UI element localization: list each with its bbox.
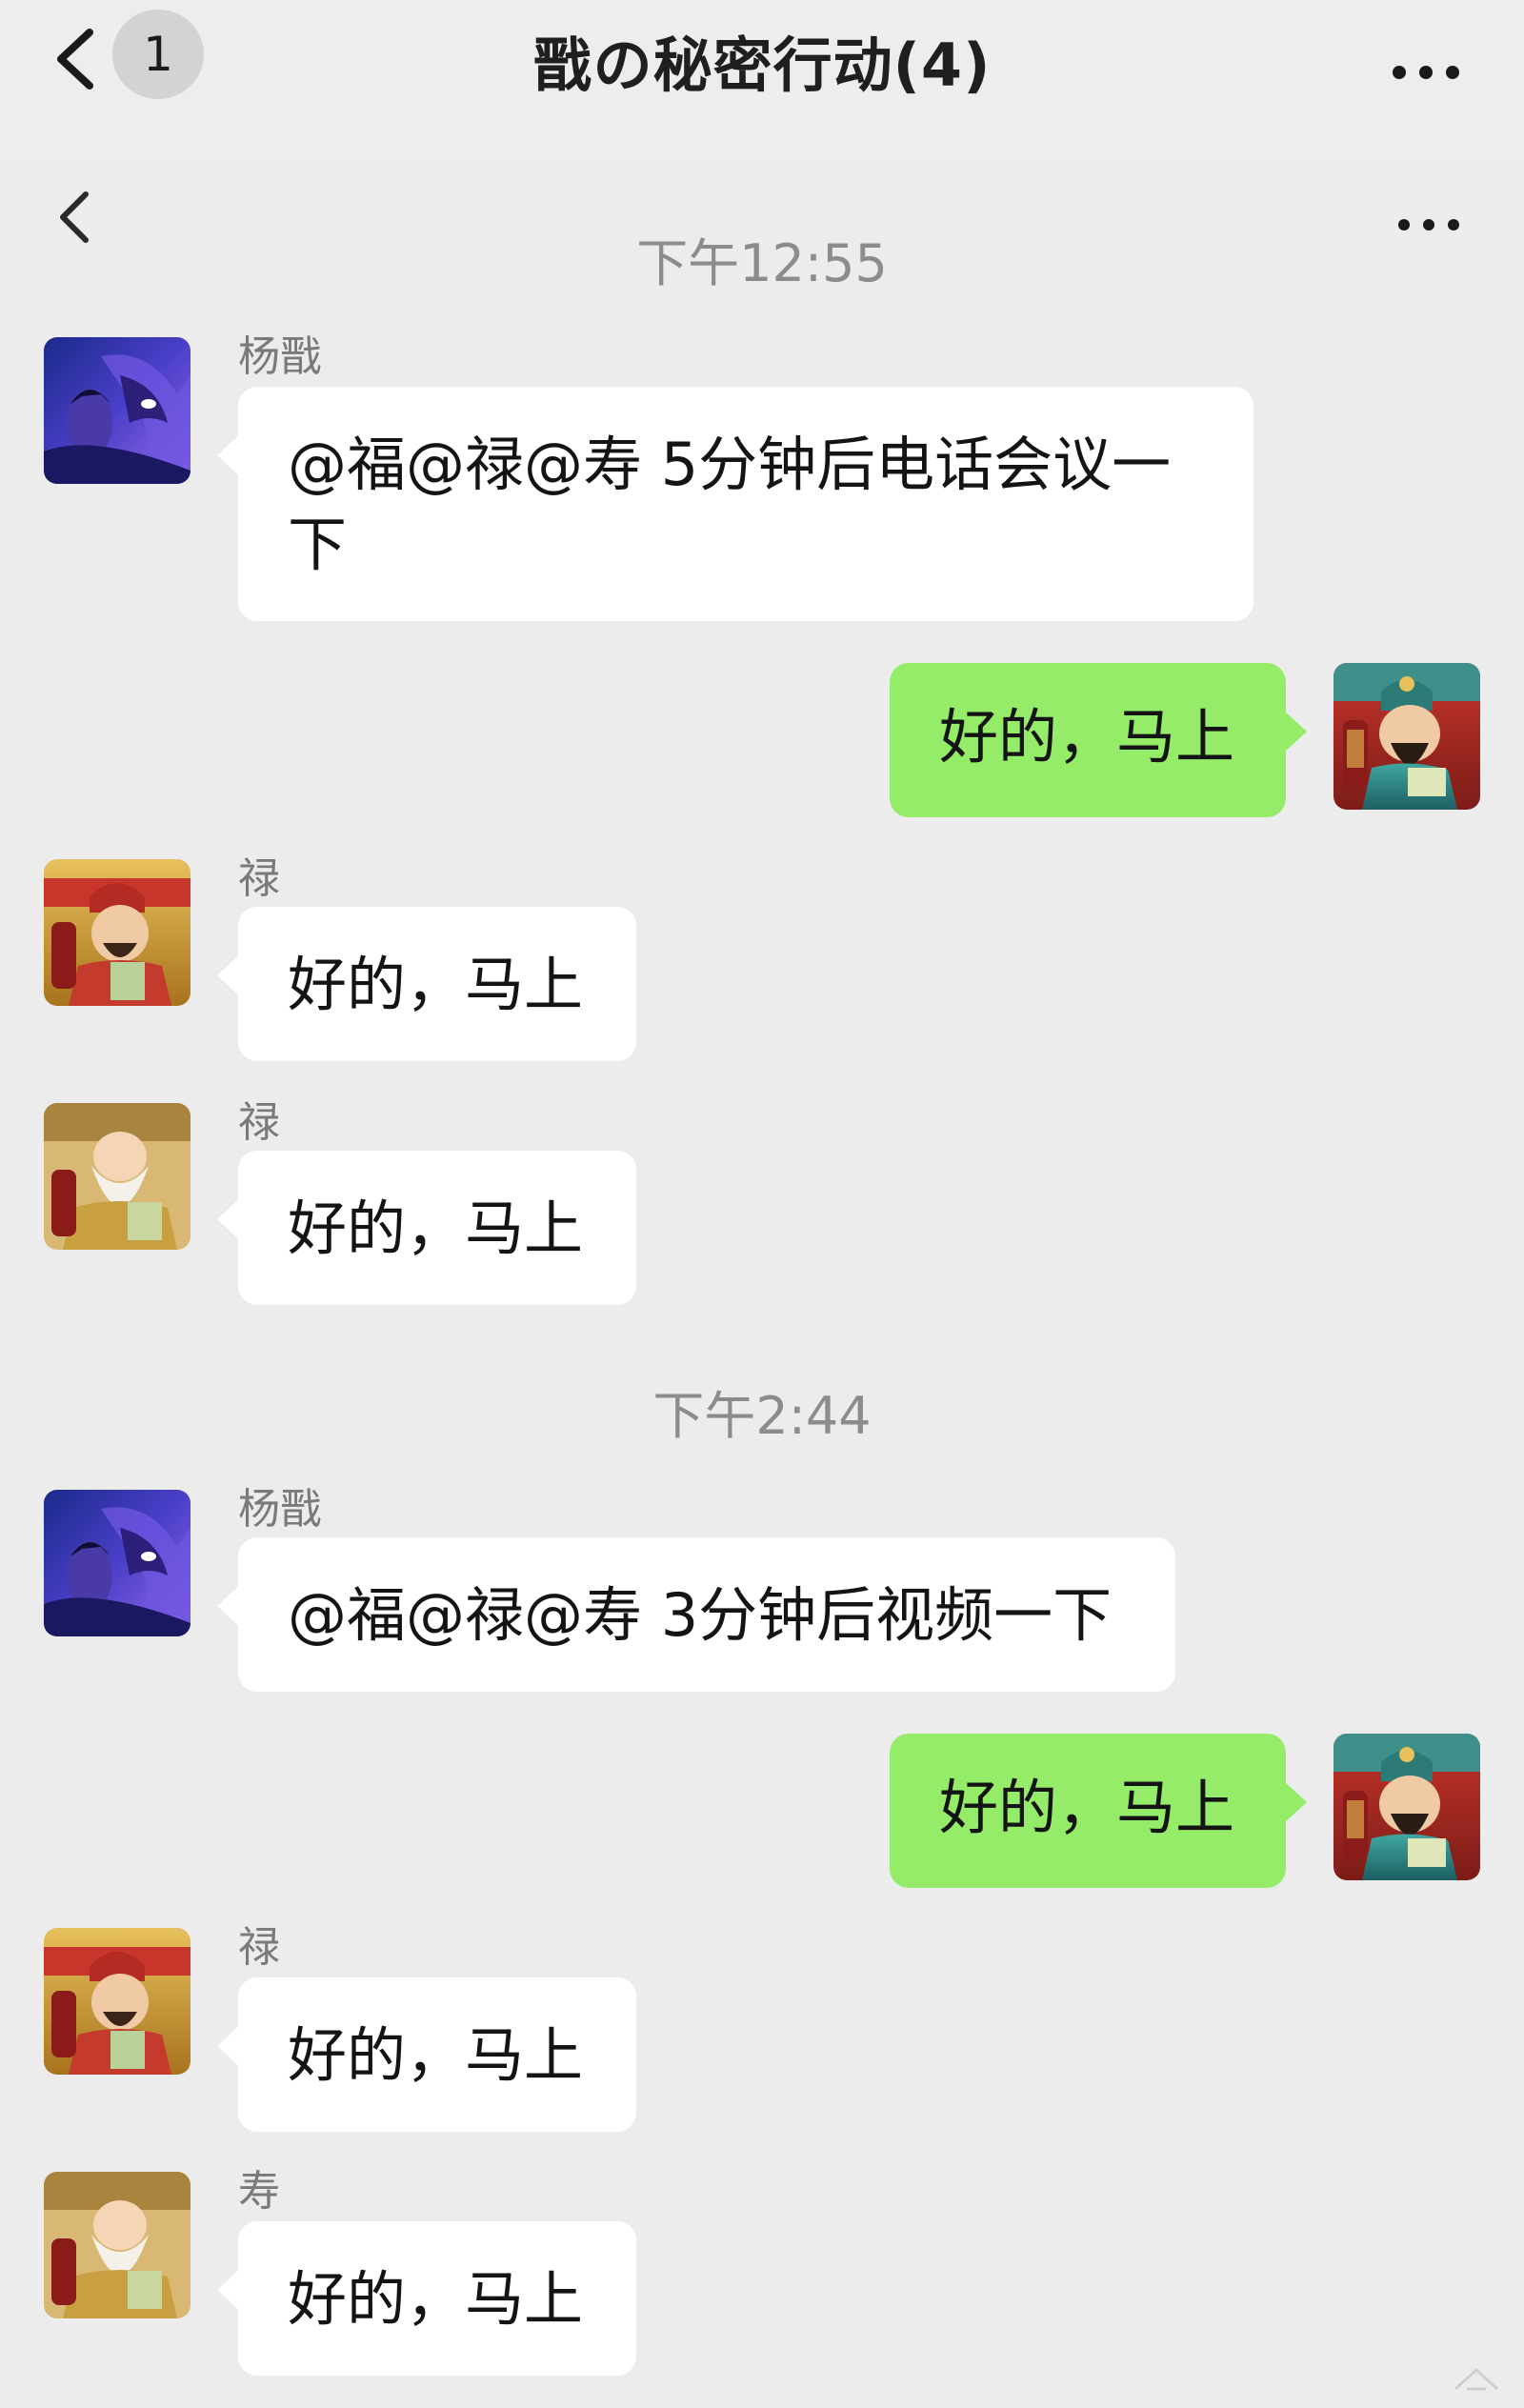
more-options-button[interactable]	[1393, 63, 1463, 82]
message-text: 好的，马上	[288, 950, 584, 1019]
shou-avatar-image	[44, 2172, 190, 2318]
message-bubble-incoming[interactable]: @福@禄@寿 3分钟后视频一下	[217, 1537, 1175, 1692]
avatar-yangjian[interactable]	[44, 1490, 190, 1636]
message-text: 好的，马上	[288, 2020, 584, 2090]
shou-avatar-image	[44, 1103, 190, 1250]
message-bubble-incoming[interactable]: 好的，马上	[217, 1151, 636, 1305]
yangjian-avatar-image	[44, 337, 190, 484]
message-text: 好的，马上	[939, 1773, 1235, 1842]
timestamp: 下午2:44	[652, 1386, 872, 1446]
message-bubble-outgoing[interactable]: 好的，马上	[890, 663, 1307, 817]
message-text: 好的，马上	[288, 1194, 584, 1263]
sender-name: 杨戬	[238, 332, 322, 381]
yangjian-avatar-image	[44, 1490, 190, 1636]
message-bubble-incoming[interactable]: 好的，马上	[217, 2221, 636, 2376]
lu-avatar-image	[44, 1928, 190, 2075]
lu-avatar-image	[44, 859, 190, 1006]
message-text-line: @福@禄@寿 5分钟后电话会议一	[288, 430, 1172, 499]
message-text-line: 下	[288, 510, 348, 579]
watermark-icon	[1448, 2360, 1505, 2398]
avatar-fu[interactable]	[1334, 663, 1480, 810]
sender-name: 禄	[238, 1923, 280, 1972]
sender-name: 寿	[238, 2167, 280, 2216]
avatar-shou[interactable]	[44, 2172, 190, 2318]
message-bubble-incoming[interactable]: 好的，马上	[217, 907, 636, 1061]
sender-name: 禄	[238, 1098, 280, 1147]
avatar-lu[interactable]	[44, 859, 190, 1006]
message-bubble-incoming[interactable]: 好的，马上	[217, 1977, 636, 2132]
fu-avatar-image	[1334, 1734, 1480, 1880]
sender-name: 禄	[238, 854, 280, 903]
chat-header: 1 戬の秘密行动(4)	[0, 0, 1524, 162]
message-text: 好的，马上	[288, 2264, 584, 2334]
message-text: @福@禄@寿 3分钟后视频一下	[288, 1580, 1113, 1650]
fu-avatar-image	[1334, 663, 1480, 810]
message-bubble-incoming[interactable]: @福@禄@寿 5分钟后电话会议一 下	[217, 387, 1253, 621]
avatar-fu[interactable]	[1334, 1734, 1480, 1880]
avatar-yangjian[interactable]	[44, 337, 190, 484]
chat-title: 戬の秘密行动(4)	[532, 30, 992, 100]
message-bubble-outgoing[interactable]: 好的，马上	[890, 1734, 1307, 1888]
avatar-shou[interactable]	[44, 1103, 190, 1250]
message-text: 好的，马上	[939, 702, 1235, 772]
avatar-lu[interactable]	[44, 1928, 190, 2075]
sender-name: 杨戬	[238, 1485, 322, 1534]
timestamp: 下午12:55	[636, 233, 888, 293]
